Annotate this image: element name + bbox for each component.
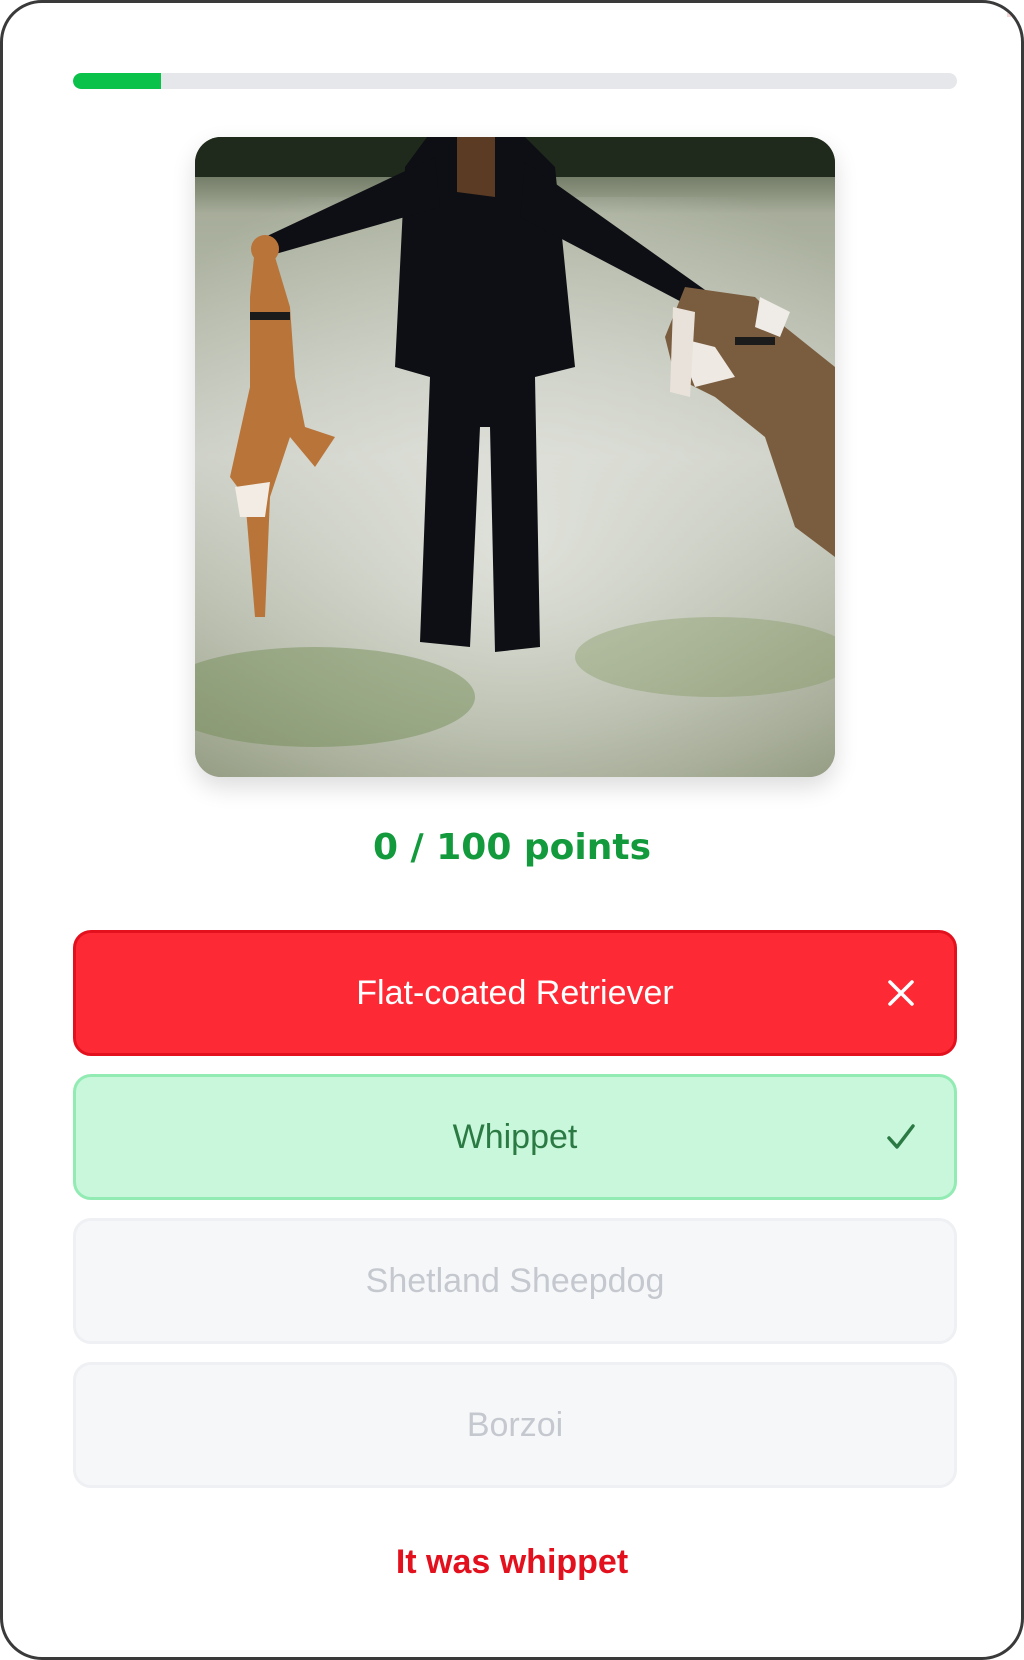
score-text: 0 / 100 points <box>372 827 652 868</box>
answer-option-label: Flat-coated Retriever <box>356 973 674 1012</box>
progress-bar <box>73 73 957 89</box>
corner-decoration <box>1007 3 1021 17</box>
check-icon <box>887 1124 915 1149</box>
progress-bar-fill <box>73 73 162 89</box>
answer-option-shetland-sheepdog[interactable]: Shetland Sheepdog <box>73 1218 957 1344</box>
answer-option-flat-coated-retriever[interactable]: Flat-coated Retriever <box>73 930 957 1056</box>
close-icon <box>888 980 914 1006</box>
quiz-card: 0 / 100 points Flat-coated Retriever Whi… <box>0 0 1024 1660</box>
answer-option-label: Shetland Sheepdog <box>365 1261 665 1300</box>
answer-option-label: Whippet <box>452 1117 578 1156</box>
answer-option-borzoi[interactable]: Borzoi <box>73 1362 957 1488</box>
dog-photo <box>195 137 835 777</box>
answer-option-whippet[interactable]: Whippet <box>73 1074 957 1200</box>
feedback-text: It was whippet <box>395 1543 629 1581</box>
answer-option-label: Borzoi <box>466 1405 564 1444</box>
dog-photo-illustration <box>195 137 835 777</box>
